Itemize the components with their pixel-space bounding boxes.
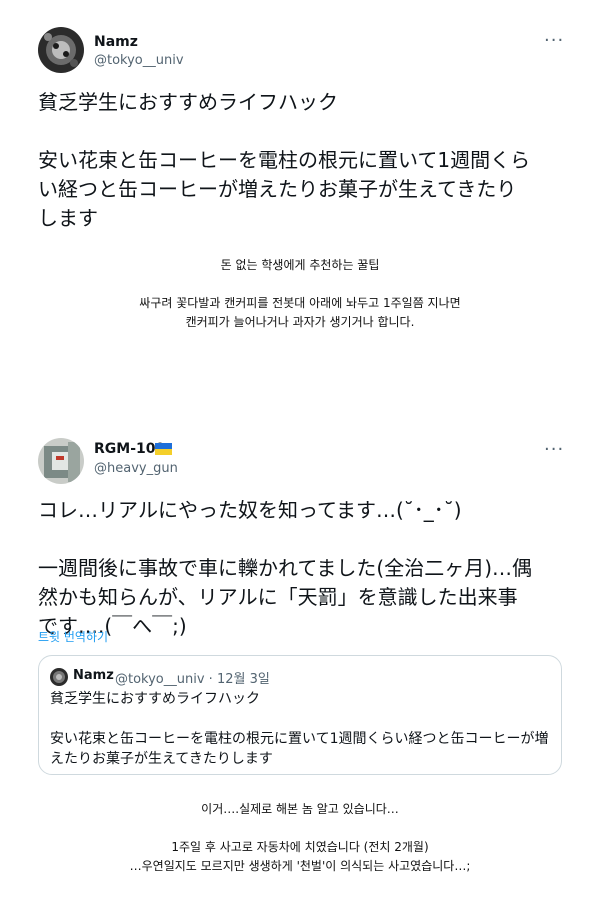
tweet1-avatar[interactable] [38,27,84,73]
quoted-tweet-card[interactable]: Namz @tokyo__univ · 12월 3일 貧乏学生におすすめライフハ… [38,655,562,775]
quoted-text: 貧乏学生におすすめライフハック 安い花束と缶コーヒーを電柱の根元に置いて1週間く… [50,691,549,767]
tweet1-more-icon[interactable]: ··· [544,30,564,51]
quoted-meta: @tokyo__univ · 12월 3일 [115,672,270,687]
quoted-author-name: Namz [73,668,114,683]
tweet1-text: 貧乏学生におすすめライフハック 安い花束と缶コーヒーを電柱の根元に置いて1週間く… [38,90,531,230]
ukraine-flag-icon [155,443,172,455]
quoted-avatar [50,668,68,686]
translate-tweet-link[interactable]: 트윗 번역하기 [38,628,108,645]
tweet1-author-name[interactable]: Namz [94,34,138,50]
tweet2-translation: 이거….실제로 해본 놈 알고 있습니다… 1주일 후 사고로 자동차에 치였습… [129,802,471,873]
tweet2-author-handle[interactable]: @heavy_gun [94,461,178,476]
avatar-image [50,668,68,686]
avatar-image [38,27,84,73]
tweet1-translation: 돈 없는 학생에게 추천하는 꿀팁 싸구려 꽃다발과 캔커피를 전봇대 아래에 … [139,258,461,329]
tweet2-more-icon[interactable]: ··· [544,439,564,460]
avatar-image [38,438,84,484]
tweet1-author-handle[interactable]: @tokyo__univ [94,53,184,68]
tweet2-avatar[interactable] [38,438,84,484]
tweet2-text: コレ…リアルにやった奴を知ってます…(˘･_･˘) 一週間後に事故で車に轢かれて… [38,498,533,638]
